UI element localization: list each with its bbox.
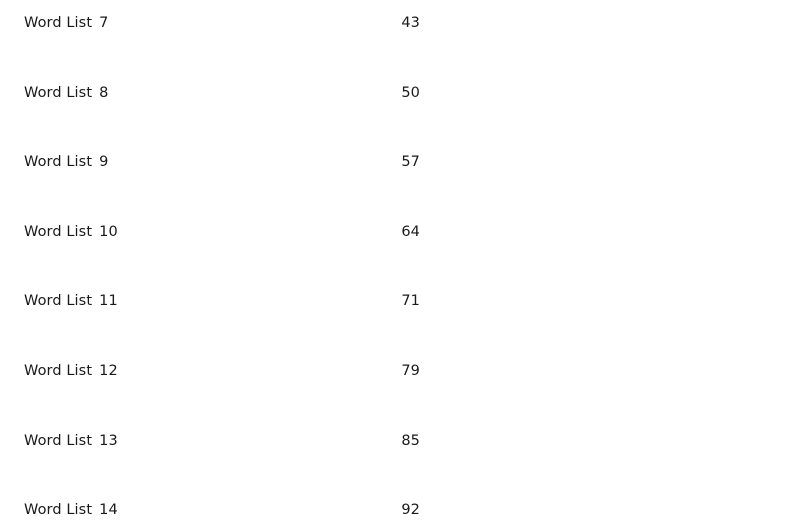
dot-leader: [108, 13, 397, 28]
toc-entry-page: 71: [401, 293, 420, 310]
toc-entry-page: 64: [401, 223, 420, 240]
toc-entry-page: 92: [401, 502, 420, 519]
toc-entry-number: 7: [99, 15, 109, 31]
toc-entry[interactable]: Word List 10 64: [0, 198, 790, 268]
toc-entry-title: Word List: [24, 293, 93, 310]
dot-leader: [118, 291, 398, 306]
dot-leader: [118, 221, 398, 236]
dot-leader: [118, 360, 398, 375]
toc-entry-page: 43: [401, 15, 420, 31]
toc-entry-number: 9: [99, 154, 109, 171]
toc-entry[interactable]: Word List 11 71: [0, 267, 790, 337]
toc-entry[interactable]: Word List 12 79: [0, 337, 790, 407]
table-of-contents: Word List 7 43 Word List 8 50 Word List …: [0, 0, 790, 520]
toc-entry-page: 50: [401, 84, 420, 101]
toc-entry-title: Word List: [24, 502, 93, 519]
toc-entry-title: Word List: [24, 223, 93, 240]
toc-entry-number: 12: [99, 362, 118, 379]
toc-entry-number: 13: [99, 432, 118, 449]
dot-leader: [118, 500, 398, 515]
toc-entry-page: 79: [401, 362, 420, 379]
toc-entry-page: 85: [401, 432, 420, 449]
toc-entry[interactable]: Word List 9 57: [0, 128, 790, 198]
toc-entry[interactable]: Word List 13 85: [0, 407, 790, 477]
toc-entry[interactable]: Word List 14 92: [0, 476, 790, 520]
toc-entry-number: 8: [99, 84, 109, 101]
toc-entry-title: Word List: [24, 362, 93, 379]
toc-entry-number: 11: [99, 293, 118, 310]
toc-entry[interactable]: Word List 7 43: [0, 0, 790, 59]
toc-entry-number: 10: [99, 223, 118, 240]
toc-entry-title: Word List: [24, 432, 93, 449]
dot-leader: [108, 82, 397, 97]
document-page: Word List 7 43 Word List 8 50 Word List …: [0, 0, 790, 520]
toc-entry-title: Word List: [24, 84, 93, 101]
toc-entry-page: 57: [401, 154, 420, 171]
toc-entry[interactable]: Word List 8 50: [0, 59, 790, 129]
dot-leader: [118, 430, 398, 445]
toc-entry-title: Word List: [24, 154, 93, 171]
toc-entry-number: 14: [99, 502, 118, 519]
dot-leader: [108, 152, 397, 167]
toc-entry-title: Word List: [24, 15, 93, 31]
